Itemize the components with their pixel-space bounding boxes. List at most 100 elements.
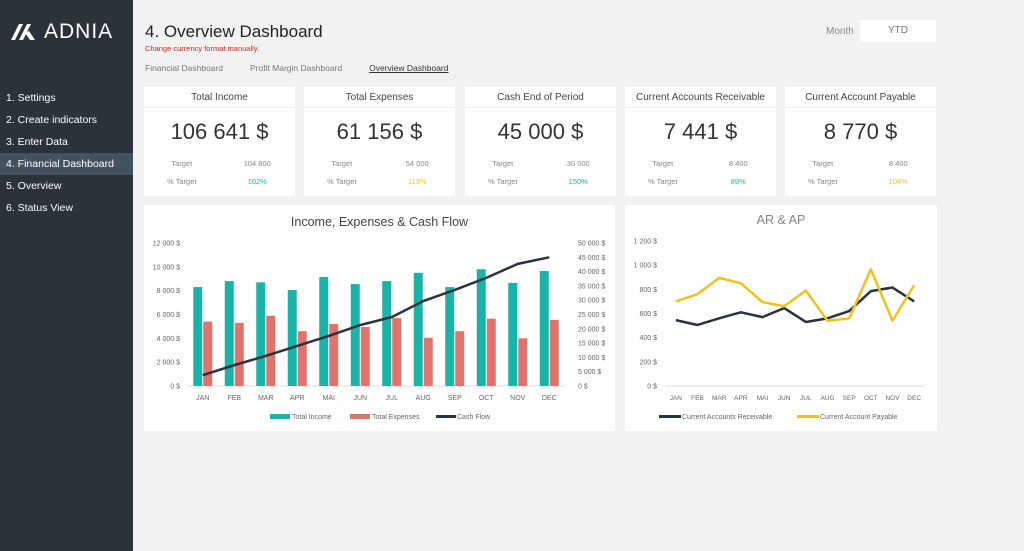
kpi-value: 106 641 $ bbox=[170, 119, 269, 144]
y-right-tick-label: 50 000 $ bbox=[578, 241, 605, 248]
bar-total-expenses bbox=[455, 331, 465, 386]
y-right-tick-label: 0 $ bbox=[578, 384, 588, 391]
tab-profit-margin-dashboard[interactable]: Profit Margin Dashboard bbox=[250, 63, 342, 73]
kpi-target-label: Target bbox=[812, 159, 834, 168]
y-tick-label: 600 $ bbox=[639, 311, 657, 318]
sidebar-item-enter-data[interactable]: 3. Enter Data bbox=[0, 131, 133, 153]
y-left-tick-label: 10 000 $ bbox=[153, 264, 180, 271]
bar-total-expenses bbox=[297, 331, 307, 386]
legend-swatch-total-expenses bbox=[350, 414, 370, 419]
y-right-tick-label: 35 000 $ bbox=[578, 283, 605, 290]
x-tick-label: NOV bbox=[510, 395, 526, 402]
kpi-target-value: 30 000 bbox=[566, 159, 590, 168]
kpi-title: Current Account Payable bbox=[785, 87, 936, 108]
kpi-pct-label: % Target bbox=[167, 177, 197, 186]
bar-total-expenses bbox=[423, 337, 433, 386]
kpi-pct-value: 113% bbox=[407, 177, 427, 186]
month-label: Month bbox=[826, 26, 854, 37]
kpi-card: Cash End of Period 45 000 $ Target 30 000… bbox=[465, 87, 616, 196]
x-tick-label: JAN bbox=[670, 395, 683, 402]
x-tick-label: JAN bbox=[196, 395, 209, 402]
tab-overview-dashboard[interactable]: Overview Dashboard bbox=[369, 63, 448, 73]
kpi-target-value: 8 400 bbox=[728, 159, 748, 168]
bar-total-income bbox=[224, 281, 234, 386]
x-tick-label: APR bbox=[290, 395, 304, 402]
sidebar-item-status-view[interactable]: 6. Status View bbox=[0, 197, 133, 219]
sidebar-item-overview[interactable]: 5. Overview bbox=[0, 175, 133, 197]
kpi-target-label: Target bbox=[171, 159, 193, 168]
currency-note: Change currency format manually. bbox=[145, 44, 260, 53]
y-tick-label: 400 $ bbox=[639, 335, 657, 342]
y-right-tick-label: 30 000 $ bbox=[578, 298, 605, 305]
bar-total-income bbox=[539, 271, 549, 386]
y-right-tick-label: 5 000 $ bbox=[578, 369, 601, 376]
income-expenses-chart-svg: 0 $ 2 000 $ 4 000 $ 6 000 $ 8 000 $ 10 000 $ 1… bbox=[153, 241, 606, 422]
kpi-target-label: Target bbox=[652, 159, 674, 168]
x-tick-label: JUL bbox=[386, 395, 399, 402]
kpi-value: 7 441 $ bbox=[663, 119, 738, 144]
x-tick-label: OCT bbox=[479, 395, 495, 402]
month-selector[interactable]: YTD bbox=[860, 20, 936, 42]
bar-total-income bbox=[445, 287, 455, 386]
y-left-tick-label: 2 000 $ bbox=[157, 360, 180, 367]
bar-total-expenses bbox=[392, 318, 402, 386]
kpi-title: Total Income bbox=[144, 87, 295, 108]
bar-total-expenses bbox=[518, 338, 528, 386]
kpi-value: 45 000 $ bbox=[497, 119, 584, 144]
y-left-tick-label: 6 000 $ bbox=[157, 312, 180, 319]
line-cash-flow bbox=[202, 256, 550, 377]
sidebar-item-create-indicators[interactable]: 2. Create indicators bbox=[0, 109, 133, 131]
y-right-tick-label: 15 000 $ bbox=[578, 341, 605, 348]
bar-total-income bbox=[193, 287, 203, 386]
tab-financial-dashboard[interactable]: Financial Dashboard bbox=[145, 63, 223, 73]
legend-label-cash-flow: Cash Flow bbox=[457, 414, 491, 421]
bar-total-expenses bbox=[549, 319, 559, 386]
kpi-card: Total Expenses 61 156 $ Target 54 000 % T… bbox=[304, 87, 455, 196]
kpi-target-value: 104 800 bbox=[243, 159, 271, 168]
sidebar-item-financial-dashboard[interactable]: 4. Financial Dashboard bbox=[0, 153, 133, 175]
x-tick-label: JUL bbox=[800, 395, 812, 402]
y-tick-label: 0 $ bbox=[647, 384, 657, 391]
x-tick-label: NOV bbox=[885, 395, 900, 402]
brand-name: ADNIA bbox=[44, 20, 114, 43]
kpi-pct-value: 150% bbox=[568, 177, 588, 186]
line-accounts-receivable bbox=[675, 286, 915, 327]
bar-total-income bbox=[382, 281, 392, 386]
kpi-pct-label: % Target bbox=[488, 177, 518, 186]
x-tick-label: AUG bbox=[416, 395, 431, 402]
kpi-title: Cash End of Period bbox=[465, 87, 616, 108]
page-title: 4. Overview Dashboard bbox=[145, 22, 323, 41]
y-tick-label: 200 $ bbox=[639, 359, 657, 366]
brand-logo[interactable]: ADNIA bbox=[10, 20, 113, 44]
kpi-target-label: Target bbox=[492, 159, 514, 168]
y-right-tick-label: 25 000 $ bbox=[578, 312, 605, 319]
x-tick-label: JUN bbox=[353, 395, 367, 402]
y-left-tick-label: 4 000 $ bbox=[157, 336, 180, 343]
ar-ap-chart: AR & AP 0 $200 $400 $600 $800 $1 000 $1 … bbox=[625, 205, 937, 431]
kpi-target-label: Target bbox=[331, 159, 353, 168]
x-tick-label: JUN bbox=[778, 395, 791, 402]
kpi-pct-value: 102% bbox=[247, 177, 267, 186]
bar-total-income bbox=[413, 272, 423, 386]
y-tick-label: 1 000 $ bbox=[634, 263, 657, 270]
kpi-title: Current Accounts Receivable bbox=[625, 87, 776, 108]
bar-total-expenses bbox=[234, 322, 244, 386]
sidebar: ADNIA 1. Settings 2. Create indicators 3… bbox=[0, 0, 133, 551]
legend-label-total-income: Total Income bbox=[292, 414, 332, 421]
y-right-tick-label: 45 000 $ bbox=[578, 255, 605, 262]
legend-swatch-accounts-payable bbox=[797, 415, 819, 418]
sidebar-item-settings[interactable]: 1. Settings bbox=[0, 87, 133, 109]
x-tick-label: FEB bbox=[691, 395, 704, 402]
kpi-pct-value: 104% bbox=[888, 177, 908, 186]
bar-total-expenses bbox=[203, 321, 213, 386]
chart-legend: Current Accounts Receivable Current Accou… bbox=[659, 414, 898, 421]
kpi-target-value: 54 000 bbox=[405, 159, 429, 168]
kpi-pct-value: 89% bbox=[730, 177, 746, 186]
x-tick-label: MAR bbox=[712, 395, 727, 402]
bar-total-expenses bbox=[360, 327, 370, 386]
bar-total-income bbox=[508, 282, 518, 386]
y-right-tick-label: 10 000 $ bbox=[578, 355, 605, 362]
x-tick-label: SEP bbox=[843, 395, 856, 402]
bar-total-income bbox=[287, 290, 297, 386]
x-tick-label: MAI bbox=[757, 395, 769, 402]
